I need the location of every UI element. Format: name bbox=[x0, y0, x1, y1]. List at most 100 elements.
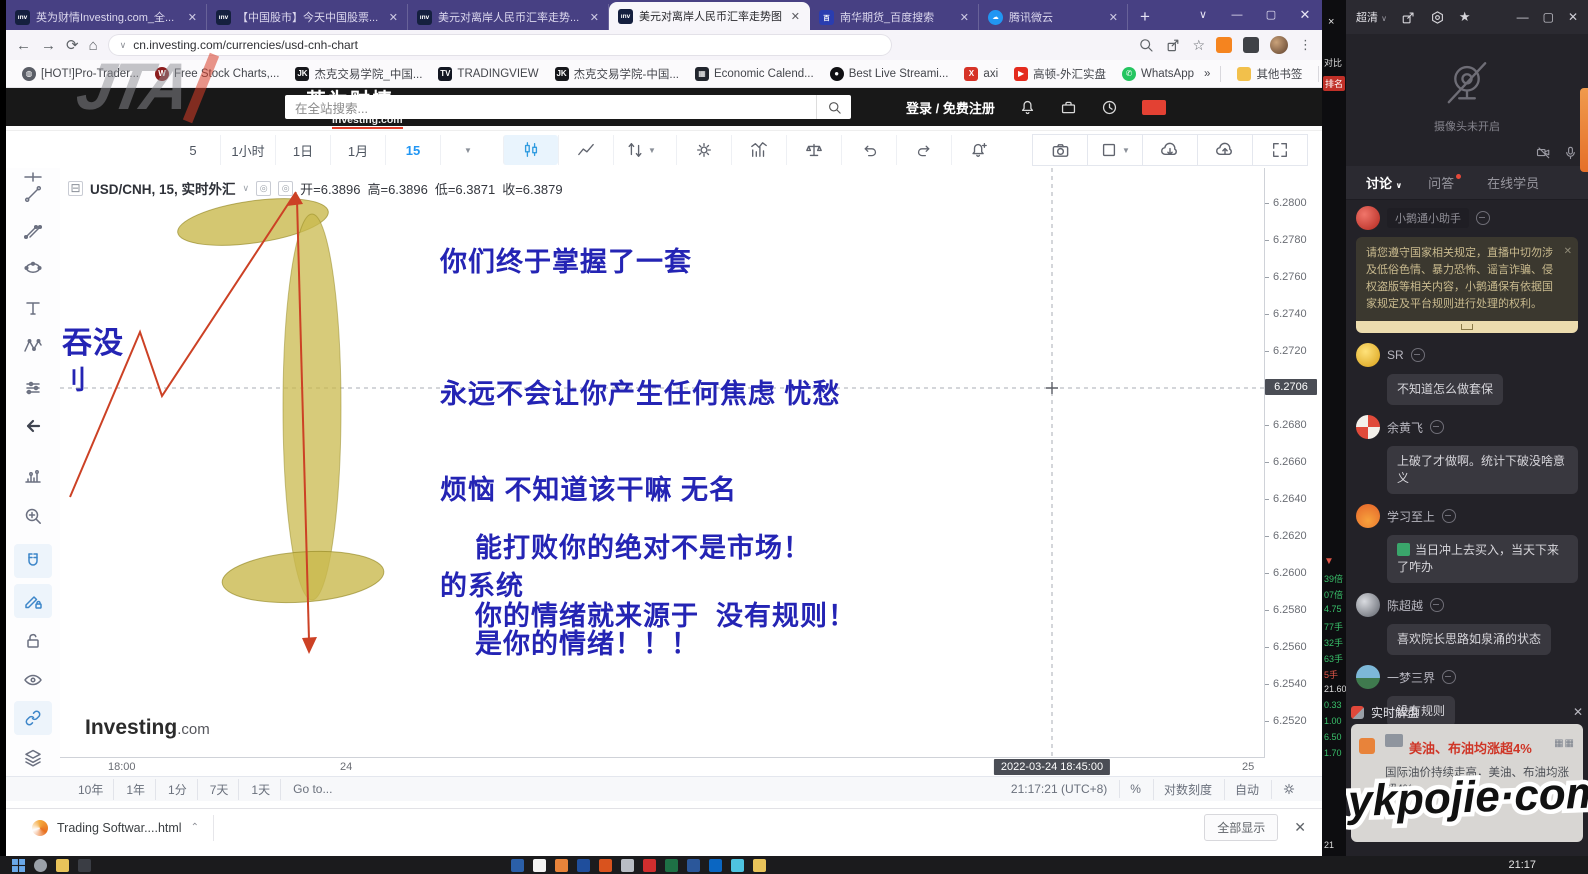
range-1min[interactable]: 1分 bbox=[158, 779, 198, 800]
search-button-icon[interactable] bbox=[34, 859, 47, 872]
reload-icon[interactable]: ⟳ bbox=[66, 38, 79, 53]
legend-collapse-icon[interactable]: ⊟ bbox=[68, 181, 83, 196]
share-icon[interactable] bbox=[1401, 10, 1416, 25]
browser-tab-4-active[interactable]: ınv 美元对离岸人民币汇率走势图 ✕ bbox=[609, 2, 810, 30]
range-1d[interactable]: 1天 bbox=[241, 779, 281, 800]
commentary-close-icon[interactable]: ✕ bbox=[1573, 705, 1583, 719]
bookmark-item[interactable]: WFree Stock Charts,... bbox=[149, 65, 285, 83]
show-all-downloads-button[interactable]: 全部显示 bbox=[1204, 814, 1278, 841]
recent-clock-icon[interactable] bbox=[1101, 99, 1118, 116]
legend-toggle-icon[interactable]: ◎ bbox=[278, 181, 293, 196]
pin-star-icon[interactable]: ★ bbox=[1459, 9, 1471, 25]
portfolio-briefcase-icon[interactable] bbox=[1060, 99, 1077, 116]
notice-collapse-bar[interactable] bbox=[1356, 321, 1578, 333]
load-chart-cloud-icon[interactable] bbox=[1143, 134, 1198, 166]
camera-toggle-icon[interactable] bbox=[1536, 145, 1551, 160]
taskbar-app-icon[interactable] bbox=[577, 859, 590, 872]
sync-link-icon[interactable] bbox=[14, 701, 52, 735]
close-button[interactable]: ✕ bbox=[1288, 0, 1322, 30]
notifications-bell-icon[interactable] bbox=[1019, 99, 1036, 116]
back-icon[interactable]: ← bbox=[16, 38, 31, 53]
redo-icon[interactable] bbox=[896, 135, 951, 165]
login-register-link[interactable]: 登录 / 免费注册 bbox=[906, 98, 995, 117]
interval-1d[interactable]: 1日 bbox=[275, 135, 330, 165]
taskbar-app-icon[interactable] bbox=[621, 859, 634, 872]
maximize-button[interactable]: ▢ bbox=[1254, 0, 1288, 30]
url-bar[interactable]: ∨ cn.investing.com/currencies/usd-cnh-ch… bbox=[108, 34, 892, 56]
profile-avatar[interactable] bbox=[1270, 36, 1288, 54]
close-button[interactable]: ✕ bbox=[1568, 10, 1578, 24]
menu-kebab-icon[interactable]: ⋮ bbox=[1299, 37, 1312, 53]
symbol-title[interactable]: USD/CNH, 15, 实时外汇 bbox=[90, 178, 236, 198]
tab-qna[interactable]: 问答 bbox=[1428, 173, 1461, 192]
interval-5[interactable]: 5 bbox=[166, 135, 220, 165]
browser-tab-3[interactable]: ınv 美元对离岸人民币汇率走势... ✕ bbox=[408, 4, 609, 30]
bookmarks-overflow-chevron[interactable]: » bbox=[1204, 68, 1210, 80]
extension-icon[interactable] bbox=[1243, 37, 1259, 53]
range-1y[interactable]: 1年 bbox=[116, 779, 156, 800]
taskbar-app-icon[interactable] bbox=[709, 859, 722, 872]
interval-1m[interactable]: 1月 bbox=[330, 135, 385, 165]
tab-discussion[interactable]: 讨论 ∨ bbox=[1366, 173, 1402, 192]
tab-close-icon[interactable]: ✕ bbox=[188, 11, 197, 24]
bookmark-item[interactable]: ▶高顿-外汇实盘 bbox=[1008, 64, 1112, 84]
tab-close-icon[interactable]: ✕ bbox=[389, 11, 398, 24]
taskbar-app-icon[interactable] bbox=[78, 859, 91, 872]
annotation-para3[interactable]: 能打败你的绝对不是市场！ 是你的情绪！！！ bbox=[475, 468, 811, 724]
ellipse-drawing-vertical[interactable] bbox=[283, 214, 341, 600]
magnet-mode-icon[interactable] bbox=[14, 544, 52, 578]
maximize-button[interactable]: ▢ bbox=[1543, 10, 1554, 24]
candlestick-style-button[interactable] bbox=[503, 135, 558, 165]
annotation-line4[interactable]: 你的情绪就来源于 没有规则！ bbox=[475, 600, 856, 632]
quality-selector[interactable]: 超清 ∨ bbox=[1356, 9, 1387, 25]
taskbar-app-icon[interactable] bbox=[533, 859, 546, 872]
bookmark-item[interactable]: ✆WhatsApp bbox=[1116, 65, 1200, 83]
taskbar-app-icon[interactable] bbox=[665, 859, 678, 872]
undo-icon[interactable] bbox=[841, 135, 896, 165]
chart-clock[interactable]: 21:17:21 (UTC+8) bbox=[1001, 780, 1117, 798]
text-tool-icon[interactable] bbox=[14, 291, 52, 325]
footer-gear-icon[interactable] bbox=[1271, 780, 1306, 799]
minimize-button[interactable]: — bbox=[1517, 10, 1529, 24]
auto-scale-toggle[interactable]: 自动 bbox=[1224, 779, 1269, 800]
new-tab-button[interactable]: + bbox=[1128, 4, 1162, 30]
taskbar-app-icon[interactable] bbox=[731, 859, 744, 872]
forecast-tool-icon[interactable] bbox=[14, 371, 52, 405]
minimize-button[interactable]: — bbox=[1220, 0, 1254, 30]
legend-chevron-icon[interactable]: ∨ bbox=[243, 183, 250, 194]
tab-close-icon[interactable]: ✕ bbox=[791, 10, 800, 23]
screenshot-camera-icon[interactable] bbox=[1032, 134, 1088, 166]
start-button-icon[interactable] bbox=[12, 859, 25, 872]
pattern-tool-icon[interactable] bbox=[14, 329, 52, 363]
share-icon[interactable] bbox=[1165, 37, 1181, 53]
shapes-tool-icon[interactable] bbox=[14, 251, 52, 285]
notice-close-icon[interactable]: ✕ bbox=[1564, 243, 1572, 260]
settings-gear-icon[interactable] bbox=[676, 135, 731, 165]
side-panel-handle[interactable] bbox=[1580, 88, 1588, 172]
object-tree-layers-icon[interactable] bbox=[14, 741, 52, 775]
browser-tab-6[interactable]: ☁ 腾讯微云 ✕ bbox=[979, 4, 1128, 30]
layout-button[interactable]: ▼ bbox=[1088, 134, 1143, 166]
bookmark-item[interactable]: Xaxi bbox=[958, 65, 1004, 83]
compare-button[interactable]: ▼ bbox=[613, 135, 668, 165]
taskbar-app-icon[interactable] bbox=[687, 859, 700, 872]
ellipse-drawing-bottom[interactable] bbox=[220, 546, 385, 607]
bookmark-item[interactable]: ▦Economic Calend... bbox=[689, 65, 820, 83]
download-item[interactable]: Trading Softwar....html ⌃ bbox=[24, 815, 214, 841]
interval-15-selected[interactable]: 15 bbox=[385, 135, 440, 165]
annotation-engulf-partial[interactable]: 刂 bbox=[60, 364, 87, 396]
taskbar-app-icon[interactable] bbox=[753, 859, 766, 872]
bookmark-item[interactable]: JK杰克交易学院-中国... bbox=[549, 64, 685, 84]
bookmark-item[interactable]: TVTRADINGVIEW bbox=[432, 65, 544, 83]
unlock-icon[interactable] bbox=[14, 624, 52, 658]
image-thumbnail-icon[interactable] bbox=[1397, 543, 1410, 556]
home-icon[interactable]: ⌂ bbox=[89, 38, 98, 53]
file-explorer-icon[interactable] bbox=[56, 859, 69, 872]
forward-icon[interactable]: → bbox=[41, 38, 56, 53]
save-chart-cloud-icon[interactable] bbox=[1198, 134, 1253, 166]
taskbar-app-icon[interactable] bbox=[643, 859, 656, 872]
download-chevron-icon[interactable]: ⌃ bbox=[191, 822, 199, 833]
bookmark-item[interactable]: JK杰克交易学院_中国... bbox=[289, 64, 428, 84]
taskbar-app-icon[interactable] bbox=[599, 859, 612, 872]
zoom-icon[interactable] bbox=[1138, 37, 1154, 53]
